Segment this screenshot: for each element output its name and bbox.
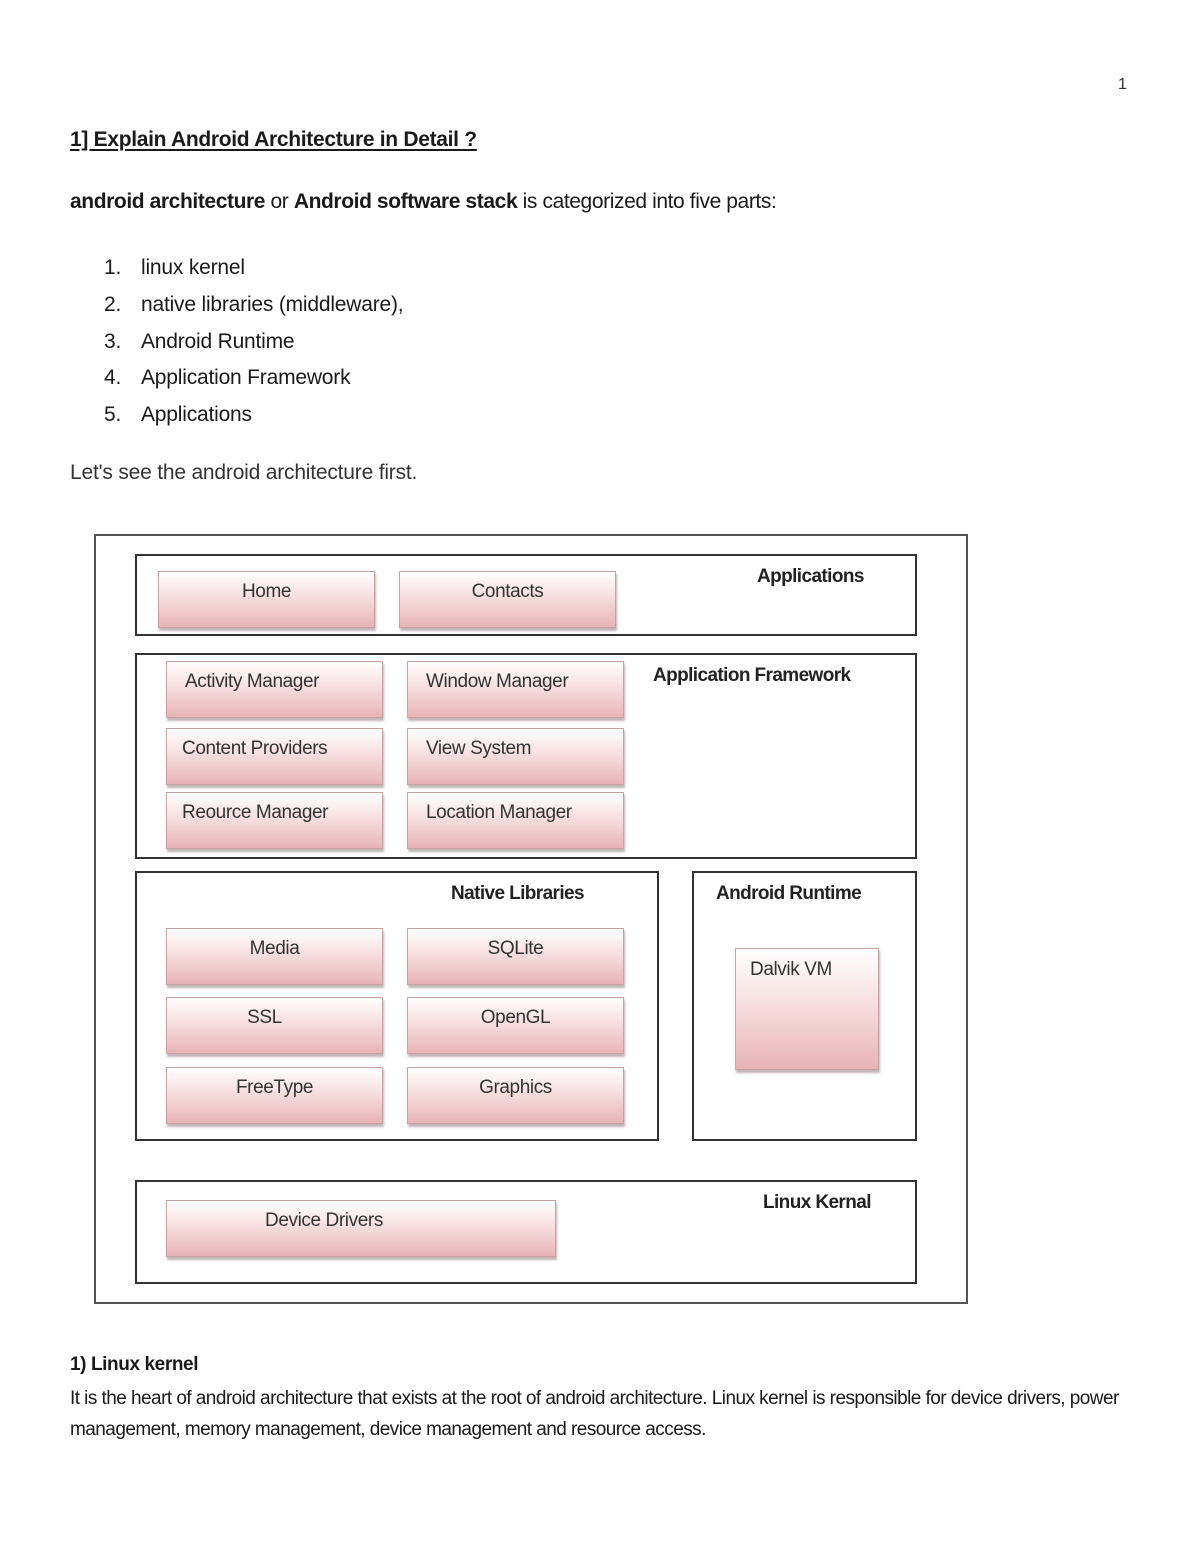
component-box: Media — [166, 928, 383, 985]
layer-title: Application Framework — [653, 665, 851, 686]
component-label: Media — [249, 938, 300, 959]
component-box: Graphics — [407, 1067, 624, 1124]
intro-rest: is categorized into five parts: — [517, 190, 777, 213]
application-framework-layer: Application Framework Activity Manager W… — [135, 653, 917, 859]
layer-title: Native Libraries — [451, 883, 585, 904]
list-number: 5. — [104, 403, 122, 427]
component-label: Location Manager — [426, 802, 572, 823]
component-box: Home — [158, 571, 375, 628]
component-box: OpenGL — [407, 997, 624, 1054]
lets-see-text: Let's see the android architecture first… — [70, 461, 418, 484]
component-label: Device Drivers — [265, 1210, 383, 1231]
component-label: Home — [241, 581, 292, 602]
android-runtime-layer: Android Runtime Dalvik VM — [692, 871, 917, 1141]
component-label: View System — [426, 738, 532, 759]
list-text: native libraries (middleware), — [141, 292, 404, 316]
component-box: Activity Manager — [166, 661, 383, 718]
component-box: Dalvik VM — [735, 948, 879, 1070]
list-item: 4. Application Framework — [104, 364, 403, 401]
component-box: FreeType — [166, 1067, 383, 1124]
linux-kernel-layer: Linux Kernal Device Drivers — [135, 1180, 917, 1284]
list-item: 1. linux kernel — [104, 254, 403, 291]
component-label: SSL — [247, 1007, 282, 1028]
component-label: Content Providers — [182, 738, 328, 759]
question-heading: 1] Explain Android Architecture in Detai… — [70, 128, 477, 151]
architecture-diagram: Applications Home Contacts Application F… — [94, 534, 968, 1304]
component-label: FreeType — [235, 1077, 314, 1098]
list-number: 2. — [104, 292, 122, 316]
list-number: 4. — [104, 366, 122, 390]
intro-connector: or — [265, 190, 294, 213]
list-item: 3. Android Runtime — [104, 328, 403, 365]
layer-title: Applications — [757, 566, 864, 587]
list-number: 1. — [104, 256, 122, 279]
component-label: SQLite — [487, 938, 544, 959]
component-label: Contacts — [471, 581, 544, 602]
list-item: 2. native libraries (middleware), — [104, 291, 404, 328]
intro-paragraph: android architecture or Android software… — [70, 190, 777, 214]
component-box: Content Providers — [166, 728, 383, 785]
component-box: Window Manager — [407, 661, 624, 718]
component-box: View System — [407, 728, 624, 785]
component-label: Graphics — [479, 1077, 552, 1098]
component-box: Reource Manager — [166, 792, 383, 849]
layer-title: Linux Kernal — [763, 1192, 871, 1213]
native-libraries-layer: Native Libraries Media SQLite SSL OpenGL… — [135, 871, 659, 1141]
intro-bold-term-2: Android software stack — [293, 190, 518, 213]
component-label: Reource Manager — [182, 802, 329, 823]
parts-list: 1. linux kernel 2. native libraries (middl… — [104, 254, 404, 438]
component-label: Dalvik VM — [750, 959, 832, 980]
section-title: 1) Linux kernel — [70, 1354, 199, 1375]
component-box: Device Drivers — [166, 1200, 556, 1257]
layer-title: Android Runtime — [716, 883, 862, 904]
list-text: linux kernel — [141, 256, 245, 279]
applications-layer: Applications Home Contacts — [135, 554, 917, 636]
component-box: SQLite — [407, 928, 624, 985]
component-box: Location Manager — [407, 792, 624, 849]
component-label: OpenGL — [480, 1007, 551, 1028]
component-box: SSL — [166, 997, 383, 1054]
list-text: Application Framework — [141, 366, 351, 390]
section-body: It is the heart of android architecture … — [70, 1388, 1119, 1440]
list-number: 3. — [104, 329, 122, 353]
component-label: Window Manager — [426, 671, 569, 692]
intro-bold-term-1: android architecture — [70, 190, 266, 213]
page-number: 1 — [1118, 76, 1127, 93]
list-item: 5. Applications — [104, 401, 403, 438]
list-text: Applications — [141, 403, 252, 427]
component-label: Activity Manager — [185, 671, 320, 692]
list-text: Android Runtime — [141, 329, 295, 353]
component-box: Contacts — [399, 571, 616, 628]
